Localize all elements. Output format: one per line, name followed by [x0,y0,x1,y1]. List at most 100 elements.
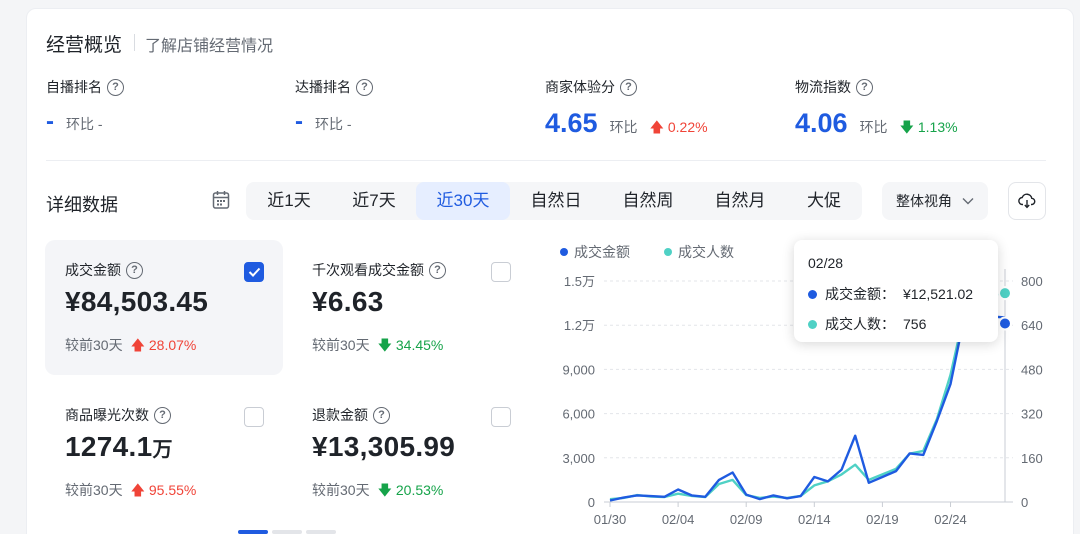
kpi-compare: 较前30天 🡇 20.53% [312,482,444,498]
kpi-gmv-per-mille-views[interactable]: 千次观看成交金额? ¥6.63 较前30天 🡇 34.45% [292,240,530,375]
help-icon[interactable]: ? [373,406,390,424]
help-icon[interactable]: ? [154,406,171,424]
metric-value: 4.65 [545,108,598,138]
y-right-tick-label: 640 [1021,318,1043,333]
divider [46,160,1046,161]
page-title: 经营概览 [46,35,123,56]
chevron-down-icon [962,198,974,205]
y-left-tick-label: 9,000 [562,362,595,377]
series-dot [808,319,817,329]
x-tick-label: 02/09 [730,512,763,527]
y-left-tick-label: 0 [588,495,595,510]
kpi-label: 退款金额 [312,407,368,423]
y-left-tick-label: 6,000 [562,407,595,422]
kpi-compare: 较前30天 🡇 34.45% [312,337,444,353]
metric-label-merchant-score: 商家体验分? [545,77,637,97]
tab-30days[interactable]: 近30天 [416,182,510,220]
kpi-value: ¥84,503.45 [65,286,209,317]
legend-label: 成交金额 [574,244,630,260]
kpi-compare: 较前30天 🡅 95.55% [65,482,197,498]
hover-point-gmv [998,316,1012,331]
ratio-text: 环比 - [66,116,103,132]
help-icon[interactable]: ? [856,78,873,96]
help-icon[interactable]: ? [620,78,637,96]
calendar-icon[interactable] [212,190,230,215]
metric-influencer-rank: - 环比 - [295,108,352,136]
period-tabs: 近1天 近7天 近30天 自然日 自然周 自然月 大促 [246,182,862,220]
kpi-checkbox[interactable] [491,407,511,427]
x-tick-label: 02/04 [662,512,695,527]
metric-value: - [295,108,303,135]
tooltip-date: 02/28 [808,255,844,271]
page-subtitle: 了解店铺经营情况 [145,38,274,55]
legend-marker [560,248,568,256]
x-tick-label: 01/30 [594,512,627,527]
kpi-compare: 较前30天 🡅 28.07% [65,337,197,353]
metric-label-influencer-rank: 达播排名? [295,77,373,97]
x-tick-label: 02/19 [866,512,899,527]
tab-7days[interactable]: 近7天 [332,182,416,220]
ratio-label: 环比 [609,119,638,135]
kpi-gmv[interactable]: 成交金额? ¥84,503.45 较前30天 🡅 28.07% [45,240,283,375]
kpi-checkbox[interactable] [244,262,264,282]
y-right-tick-label: 320 [1021,407,1043,422]
help-icon[interactable]: ? [356,78,373,96]
view-select[interactable]: 整体视角 [882,182,988,220]
kpi-value: ¥6.63 [312,286,384,317]
tab-1day[interactable]: 近1天 [246,182,332,220]
kpi-value: ¥13,305.99 [312,431,456,462]
hover-point-buyers [998,286,1012,301]
x-tick-label: 02/14 [798,512,831,527]
view-select-value: 整体视角 [896,193,952,209]
y-right-tick-label: 0 [1021,495,1028,510]
kpi-product-impressions[interactable]: 商品曝光次数? 1274.1万 较前30天 🡅 95.55% [45,385,283,520]
series-line-gmv [609,313,1006,502]
y-left-tick-label: 1.5万 [564,274,595,289]
ratio-down: 🡇 1.13% [899,119,958,135]
tab-natural-day[interactable]: 自然日 [510,182,602,220]
kpi-label: 商品曝光次数 [65,407,149,423]
series-dot [808,289,817,299]
pager-dot[interactable] [238,530,268,534]
cloud-download-icon [1018,193,1036,209]
help-icon[interactable]: ? [107,78,124,96]
tab-promotion[interactable]: 大促 [786,182,862,220]
kpi-checkbox[interactable] [491,262,511,282]
metric-label-logistics-index: 物流指数? [795,77,873,97]
y-left-tick-label: 3,000 [562,451,595,466]
ratio-text: 环比 - [315,116,352,132]
tab-natural-month[interactable]: 自然月 [694,182,786,220]
tab-natural-week[interactable]: 自然周 [602,182,694,220]
legend-label: 成交人数 [678,244,734,260]
kpi-checkbox[interactable] [244,407,264,427]
pager-dot[interactable] [272,530,302,534]
x-tick-label: 02/24 [934,512,967,527]
kpi-value: 1274.1万 [65,431,173,462]
metric-logistics-index: 4.06 环比 🡇 1.13% [795,108,958,141]
y-right-tick-label: 480 [1021,362,1043,377]
detail-title: 详细数据 [46,195,118,215]
y-right-tick-label: 800 [1021,274,1043,289]
ratio-up: 🡅 0.22% [649,119,708,135]
check-icon [248,267,260,277]
tooltip-row: 成交人数： 756 [808,314,926,334]
metric-label-self-live-rank: 自播排名? [46,77,124,97]
metric-merchant-score: 4.65 环比 🡅 0.22% [545,108,708,141]
kpi-pager [238,530,336,534]
metric-value: - [46,108,54,135]
help-icon[interactable]: ? [126,261,143,279]
kpi-label: 千次观看成交金额 [312,262,424,278]
pager-dot[interactable] [306,530,336,534]
title-divider [134,34,135,51]
metric-value: 4.06 [795,108,848,138]
kpi-label: 成交金额 [65,262,121,278]
help-icon[interactable]: ? [429,261,446,279]
chart-tooltip: 02/28 成交金额： ¥12,521.02 成交人数： 756 [794,240,998,342]
y-right-tick-label: 160 [1021,451,1043,466]
y-left-tick-label: 1.2万 [564,318,595,333]
legend-marker [664,248,672,256]
kpi-refund-amount[interactable]: 退款金额? ¥13,305.99 较前30天 🡇 20.53% [292,385,530,520]
tooltip-row: 成交金额： ¥12,521.02 [808,284,973,304]
download-button[interactable] [1008,182,1046,220]
ratio-label: 环比 [859,119,888,135]
